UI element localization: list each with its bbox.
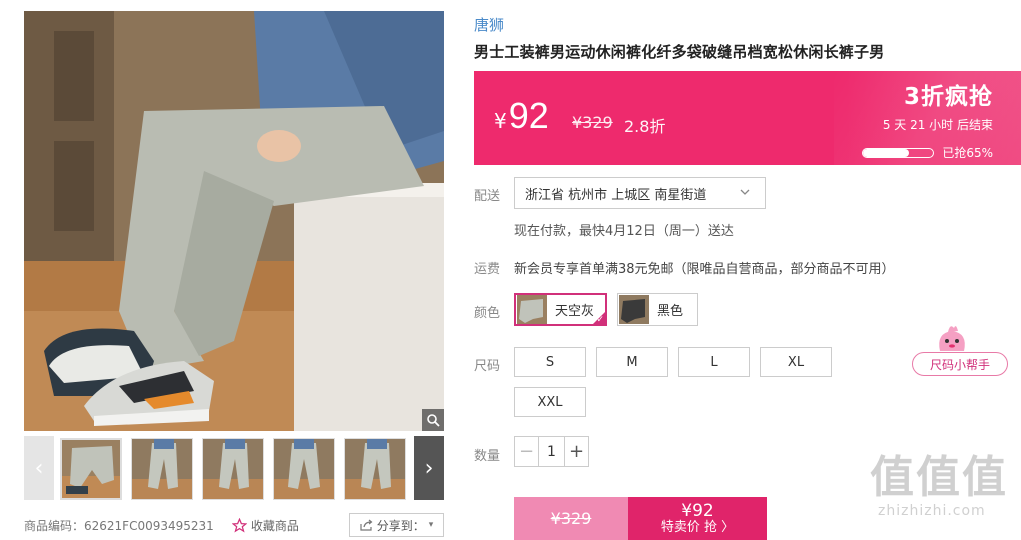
delivery-label: 配送 xyxy=(474,189,501,204)
swatch-photo xyxy=(619,295,649,324)
chevron-left-icon: ‹ xyxy=(34,455,44,481)
watermark-logo: 值值值 xyxy=(870,452,1008,503)
shipping-text: 新会员专享首单满38元免邮（限唯品自营商品，部分商品不可用） xyxy=(514,262,895,277)
thumbnail-photo xyxy=(203,439,263,499)
product-title: 男士工装裤男运动休闲裤化纤多袋破缝吊档宽松休闲长裤子男 xyxy=(474,43,885,61)
color-option-black[interactable]: 黑色 xyxy=(617,293,698,326)
size-option-xl[interactable]: XL xyxy=(760,347,832,377)
thumbnail-photo xyxy=(62,440,120,498)
check-icon: ✓ xyxy=(596,315,604,325)
thumbnail-photo xyxy=(345,439,405,499)
product-page: ‹ › 商品编码：62621FC0093495231 收藏商品 分享到： ▾ 唐… xyxy=(0,0,1021,540)
zoom-button[interactable] xyxy=(422,409,444,431)
magnifier-icon xyxy=(427,414,440,427)
discount-label: 2.8折 xyxy=(624,117,666,136)
caret-down-icon: ▾ xyxy=(428,520,434,530)
size-helper-label: 尺码小帮手 xyxy=(912,352,1008,376)
thumbnail-next-button[interactable]: › xyxy=(414,436,444,500)
quantity-decrease-button[interactable]: − xyxy=(515,437,539,466)
sold-progress: 已抢65% xyxy=(862,144,993,161)
size-option-xxl[interactable]: XXL xyxy=(514,387,586,417)
swatch-image xyxy=(517,295,547,324)
address-value: 浙江省 杭州市 上城区 南星街道 xyxy=(525,187,707,203)
size-helper[interactable]: 尺码小帮手 xyxy=(912,323,1008,379)
current-price: ¥ 92 xyxy=(494,95,549,137)
sold-label: 已抢65% xyxy=(942,146,993,160)
thumbnail-1[interactable] xyxy=(60,438,122,500)
main-product-image[interactable] xyxy=(24,11,444,431)
thumbnail-2[interactable] xyxy=(131,438,193,500)
thumbnail-3[interactable] xyxy=(202,438,264,500)
quantity-value[interactable]: 1 xyxy=(539,437,564,466)
currency-symbol: ¥ xyxy=(494,109,507,133)
countdown-text: 5 天 21 小时 后结束 xyxy=(882,118,993,132)
thumbnail-photo xyxy=(274,439,334,499)
thumbnail-4[interactable] xyxy=(273,438,335,500)
gallery-footer: 商品编码：62621FC0093495231 收藏商品 分享到： ▾ xyxy=(24,513,444,537)
swatch-photo xyxy=(517,295,547,324)
original-price: ¥329 xyxy=(572,113,613,132)
color-label: 颜色 xyxy=(474,306,501,321)
product-photo-illustration xyxy=(24,11,444,431)
price-banner: ¥ 92 ¥329 2.8折 3折疯抢 5 天 21 小时 后结束 已抢65% xyxy=(474,71,1021,165)
share-button[interactable]: 分享到： ▾ xyxy=(349,513,444,537)
size-option-l[interactable]: L xyxy=(678,347,750,377)
sold-progress-fill xyxy=(863,148,909,157)
swatch-image xyxy=(619,295,649,324)
favorite-label: 收藏商品 xyxy=(250,518,299,533)
buy-area: ¥329 ¥92 特卖价 抢 〉 xyxy=(514,497,767,540)
quantity-label: 数量 xyxy=(474,449,501,464)
thumbnail-prev-button[interactable]: ‹ xyxy=(24,436,54,500)
size-label: 尺码 xyxy=(474,359,501,374)
size-option-s[interactable]: S xyxy=(514,347,586,377)
color-option-label: 黑色 xyxy=(657,304,684,319)
promo-title: 3折疯抢 xyxy=(903,84,993,110)
color-option-label: 天空灰 xyxy=(555,304,595,319)
current-price-value: 92 xyxy=(508,95,549,136)
quantity-increase-button[interactable]: + xyxy=(564,437,588,466)
chevron-right-icon: › xyxy=(424,455,434,481)
buy-now-button[interactable]: ¥92 特卖价 抢 〉 xyxy=(628,497,767,540)
share-label: 分享到： xyxy=(376,518,425,533)
quantity-stepper: − 1 + xyxy=(514,436,589,467)
buy-action-label: 特卖价 抢 〉 xyxy=(660,519,735,535)
thumbnail-5[interactable] xyxy=(344,438,406,500)
shipping-label: 运费 xyxy=(474,262,501,277)
brand-link[interactable]: 唐狮 xyxy=(474,14,504,35)
thumbnail-photo xyxy=(132,439,192,499)
chevron-down-icon xyxy=(740,189,750,195)
site-watermark: 值值值 zhizhizhi.com xyxy=(870,453,1020,540)
share-icon xyxy=(360,519,373,531)
star-icon xyxy=(231,517,247,533)
watermark-url: zhizhizhi.com xyxy=(878,503,986,519)
address-select[interactable]: 浙江省 杭州市 上城区 南星街道 xyxy=(514,177,766,209)
color-option-sky-gray[interactable]: 天空灰 ✓ xyxy=(514,293,607,326)
thumbnail-strip: ‹ › xyxy=(24,436,444,500)
buy-original-price: ¥329 xyxy=(514,497,628,540)
delivery-eta: 现在付款，最快4月12日（周一）送达 xyxy=(514,224,734,239)
favorite-button[interactable]: 收藏商品 xyxy=(231,517,299,534)
buy-price: ¥92 xyxy=(681,500,714,521)
sold-progress-bar xyxy=(862,147,935,158)
sku-code: 商品编码：62621FC0093495231 xyxy=(24,518,214,533)
size-option-m[interactable]: M xyxy=(596,347,668,377)
